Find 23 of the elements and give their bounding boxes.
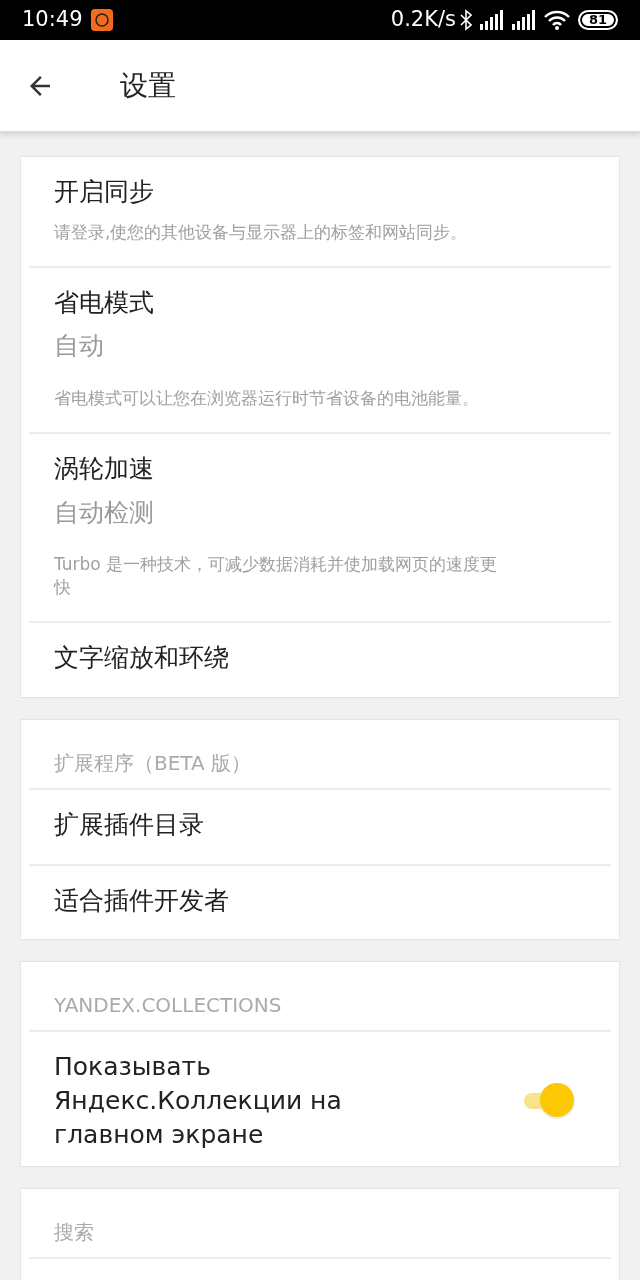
signal-icon: [512, 10, 536, 30]
setting-value: 自动: [54, 330, 105, 363]
setting-title[interactable]: 涡轮加速: [54, 451, 586, 486]
clock-text: 10:49: [22, 6, 83, 34]
setting-title[interactable]: 省电模式: [54, 285, 586, 320]
signal-icon: [480, 10, 504, 30]
section-header: 搜索: [54, 1218, 95, 1246]
setting-title[interactable]: 开启同步: [54, 175, 586, 209]
network-speed-text: 0.2K/s: [390, 6, 456, 34]
setting-value: 自动检测: [54, 496, 155, 529]
wifi-icon: [544, 10, 570, 30]
battery-icon: 81: [578, 10, 618, 30]
section-header: 扩展程序（BETA 版）: [54, 749, 253, 777]
setting-title: Показывать Яндекс.Коллекции на главном экране: [54, 1051, 343, 1151]
page-title: 设置: [120, 67, 176, 104]
setting-description: Turbo 是一种技术，可减少数据消耗并使加载网页的速度更快: [54, 553, 499, 599]
setting-title[interactable]: 扩展插件目录: [54, 807, 586, 842]
setting-title[interactable]: 文字缩放和环绕: [54, 641, 586, 675]
setting-description: 省电模式可以让您在浏览器运行时节省设备的电池能量。: [54, 386, 480, 410]
setting-description: 请登录,使您的其他设备与显示器上的标签和网站同步。: [54, 220, 469, 244]
bluetooth-icon: [460, 9, 472, 31]
section-header: YANDEX.COLLECTIONS: [54, 992, 283, 1020]
setting-title[interactable]: 适合插件开发者: [54, 883, 586, 918]
